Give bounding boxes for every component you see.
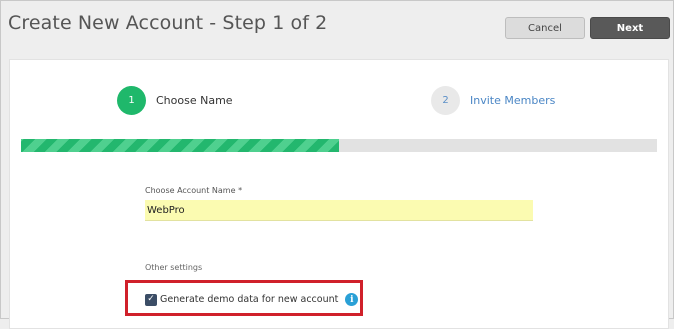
demo-data-label[interactable]: Generate demo data for new account bbox=[160, 294, 338, 305]
demo-data-option[interactable]: ✓ Generate demo data for new account i bbox=[145, 293, 359, 306]
page-title: Create New Account - Step 1 of 2 bbox=[8, 12, 328, 34]
step-number-badge: 2 bbox=[431, 86, 460, 115]
progress-bar bbox=[21, 139, 657, 152]
demo-data-checkbox[interactable]: ✓ bbox=[145, 293, 157, 306]
step-invite-members[interactable]: 2 Invite Members bbox=[431, 86, 555, 115]
wizard-window: Create New Account - Step 1 of 2 Cancel … bbox=[0, 0, 674, 329]
next-button[interactable]: Next bbox=[590, 17, 670, 39]
cancel-button[interactable]: Cancel bbox=[505, 17, 585, 39]
progress-fill bbox=[21, 139, 339, 152]
step-label: Choose Name bbox=[156, 94, 233, 107]
info-icon[interactable]: i bbox=[345, 293, 359, 306]
step-label[interactable]: Invite Members bbox=[470, 94, 555, 107]
step-choose-name: 1 Choose Name bbox=[117, 86, 233, 115]
step-number-badge: 1 bbox=[117, 86, 146, 115]
account-name-label: Choose Account Name * bbox=[145, 186, 243, 195]
wizard-card: 1 Choose Name 2 Invite Members Choose Ac… bbox=[9, 59, 669, 329]
other-settings-label: Other settings bbox=[145, 263, 203, 272]
account-name-input[interactable] bbox=[145, 200, 533, 221]
